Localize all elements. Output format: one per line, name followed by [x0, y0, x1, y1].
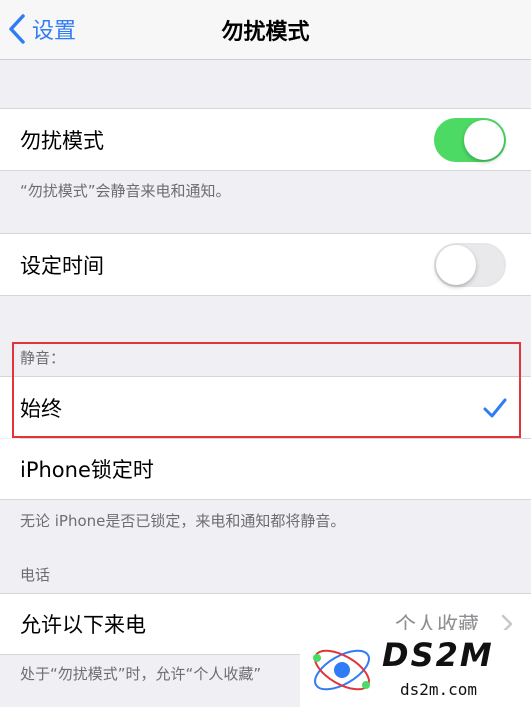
watermark-url: ds2m.com — [400, 680, 478, 699]
toggle-knob — [436, 244, 476, 285]
page-title: 勿扰模式 — [221, 20, 310, 45]
checkmark-icon — [483, 398, 507, 417]
divider — [0, 295, 531, 296]
divider — [0, 170, 531, 171]
dnd-label: 勿扰模式 — [20, 128, 104, 153]
watermark-text: DS2M — [382, 636, 494, 674]
watermark: DS2M ds2m.com — [300, 630, 531, 707]
dnd-toggle[interactable] — [434, 117, 506, 162]
allow-calls-label: 允许以下来电 — [20, 613, 146, 637]
navigation-bar: 设置 勿扰模式 — [0, 0, 531, 60]
toggle-knob — [464, 119, 504, 160]
silence-option-always[interactable]: 始终 — [0, 377, 531, 438]
scheduled-row: 设定时间 — [0, 234, 531, 295]
divider — [0, 499, 531, 500]
dnd-row: 勿扰模式 — [0, 109, 531, 170]
scheduled-toggle[interactable] — [434, 242, 506, 287]
dnd-footnote: “勿扰模式”会静音来电和通知。 — [20, 182, 231, 200]
silence-option-label: 始终 — [20, 396, 62, 421]
scheduled-label: 设定时间 — [20, 253, 104, 278]
silence-option-locked[interactable]: iPhone锁定时 — [0, 439, 531, 499]
phone-section-header: 电话 — [20, 566, 51, 584]
logo-icon — [313, 649, 370, 691]
silence-section-header: 静音： — [20, 349, 66, 367]
silence-option-label: iPhone锁定时 — [20, 458, 154, 482]
silence-footnote: 无论 iPhone是否已锁定，来电和通知都将静音。 — [20, 512, 346, 530]
phone-footnote: 处于“勿扰模式”时，允许“个人收藏” — [20, 665, 262, 683]
